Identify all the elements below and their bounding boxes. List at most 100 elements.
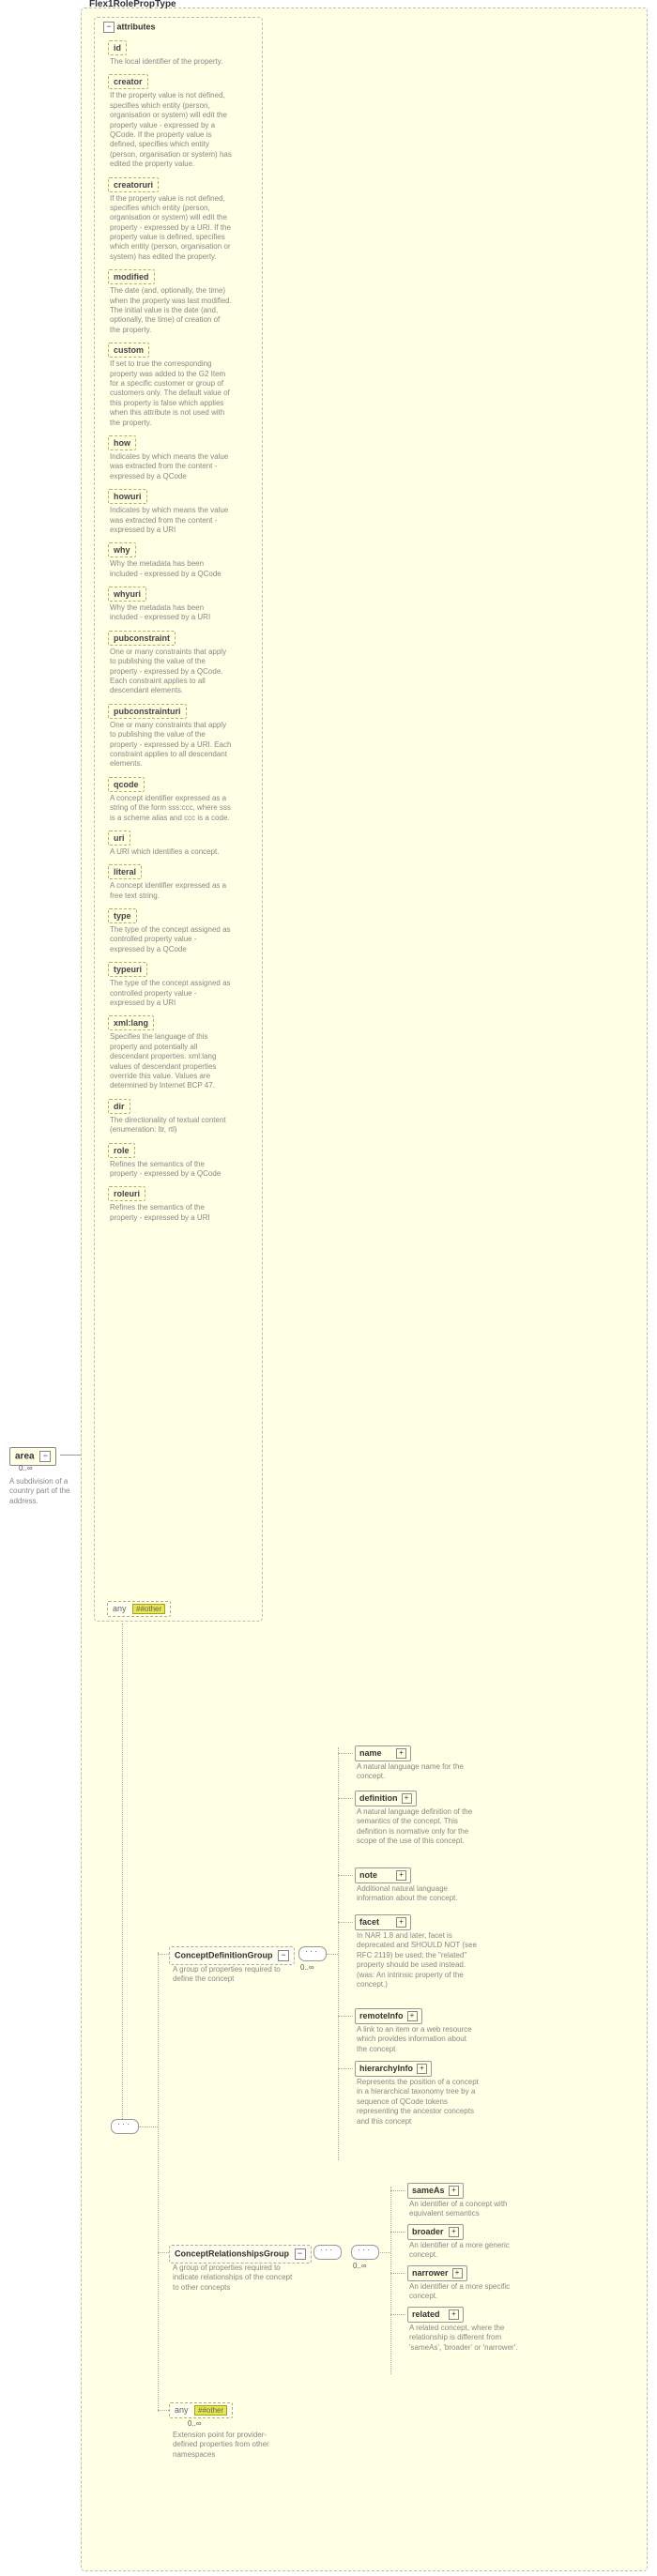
attribute-desc: Why the metadata has been included - exp… [110,559,232,579]
element-hierarchyInfo[interactable]: hierarchyInfo+ [355,2061,432,2077]
attribute-pubconstrainturi[interactable]: pubconstrainturi [108,704,187,719]
attribute-literal[interactable]: literal [108,864,142,879]
element-remoteInfo[interactable]: remoteInfo+ [355,2008,422,2024]
attribute-creator[interactable]: creator [108,74,148,89]
element-desc: An identifier of a more generic concept. [409,2241,531,2261]
minus-icon[interactable]: − [278,1950,289,1961]
minus-icon[interactable]: − [295,2248,306,2260]
element-narrower[interactable]: narrower+ [407,2265,467,2281]
minus-icon[interactable]: − [39,1451,51,1462]
connector [390,2232,405,2233]
plus-icon[interactable]: + [396,1748,406,1759]
attribute-qcode[interactable]: qcode [108,777,145,792]
attribute-item: qcodeA concept identifier expressed as a… [108,777,241,823]
attribute-item: howuri Indicates by which means the value… [108,489,241,535]
attribute-item: uriA URI which identifies a concept. [108,831,241,857]
any-el-card: 0..∞ [188,2419,202,2428]
attribute-item: pubconstraint One or many constraints tha… [108,631,241,696]
attribute-desc: If set to true the corresponding propert… [110,359,232,428]
any-el-desc: Extension point for provider-defined pro… [173,2431,285,2460]
minus-icon[interactable]: − [103,22,115,33]
attribute-desc: The type of the concept assigned as cont… [110,925,232,954]
connector [390,2314,405,2315]
attribute-desc: If the property value is not defined, sp… [110,194,232,263]
plus-icon[interactable]: + [452,2268,463,2279]
connector [338,1753,353,1754]
element-sameAs[interactable]: sameAs+ [407,2183,464,2199]
attribute-desc: Indicates by which means the value was e… [110,506,232,535]
attribute-typeuri[interactable]: typeuri [108,962,147,977]
element-desc: A natural language definition of the sem… [357,1807,479,1847]
attribute-item: literal A concept identifier expressed as… [108,864,241,901]
attribute-whyuri[interactable]: whyuri [108,587,146,602]
attribute-desc: One or many constraints that apply to pu… [110,648,232,696]
connector [338,1798,353,1799]
attribute-creatoruri[interactable]: creatoruri [108,177,159,192]
plus-icon[interactable]: + [449,2309,459,2320]
attribute-desc: A concept identifier expressed as a free… [110,881,232,901]
element-broader[interactable]: broader+ [407,2224,464,2240]
cdef-desc: A group of properties required to define… [173,1965,285,1985]
sequence-node [298,1946,327,1961]
attribute-item: whyuriWhy the metadata has been included… [108,587,241,623]
attribute-pubconstraint[interactable]: pubconstraint [108,631,176,646]
attribute-item: creatoruri If the property value is not d… [108,177,241,263]
attribute-item: howIndicates by which means the value wa… [108,435,241,481]
plus-icon[interactable]: + [402,1793,412,1804]
attribute-uri[interactable]: uri [108,831,130,846]
attribute-custom[interactable]: custom [108,343,149,358]
connector [390,2273,405,2274]
concept-relationships-group[interactable]: ConceptRelationshipsGroup − [169,2245,312,2264]
attribute-desc: Specifies the language of this property … [110,1032,232,1090]
attribute-modified[interactable]: modified [108,269,155,284]
plus-icon[interactable]: + [396,1870,406,1881]
connector [158,1954,169,1955]
element-note[interactable]: note+ [355,1867,411,1883]
attribute-desc: Refines the semantics of the property - … [110,1160,232,1180]
attribute-dir[interactable]: dir [108,1099,130,1114]
element-desc: A natural language name for the concept. [357,1762,479,1782]
element-related[interactable]: related+ [407,2307,464,2323]
plus-icon[interactable]: + [449,2186,459,2196]
attribute-item: pubconstrainturiOne or many constraints … [108,704,241,770]
element-name[interactable]: name+ [355,1745,411,1761]
root-cardinality: 0..∞ [19,1464,33,1472]
attribute-item: creator If the property value is not defi… [108,74,241,169]
element-facet[interactable]: facet+ [355,1914,411,1930]
attribute-desc: If the property value is not defined, sp… [110,91,232,169]
attribute-desc: A URI which identifies a concept. [110,847,232,857]
plus-icon[interactable]: + [396,1917,406,1928]
attribute-desc: The date (and, optionally, the time) whe… [110,286,232,335]
attribute-roleuri[interactable]: roleuri [108,1186,145,1201]
attribute-item: role Refines the semantics of the propert… [108,1143,241,1180]
attribute-desc: Refines the semantics of the property - … [110,1203,232,1223]
spine [122,1623,123,2121]
crel-branch [390,2187,391,2374]
crel-desc: A group of properties required to indica… [173,2264,295,2293]
concept-definition-group[interactable]: ConceptDefinitionGroup − [169,1946,295,1965]
attribute-id[interactable]: id [108,40,127,55]
attribute-howuri[interactable]: howuri [108,489,147,504]
attribute-item: dirThe directionality of textual content… [108,1099,241,1136]
root-element[interactable]: area − [9,1447,56,1466]
root-desc: A subdivision of a country part of the a… [9,1477,75,1506]
any-attribute[interactable]: any ##other [107,1601,171,1617]
any-element[interactable]: any ##other [169,2402,233,2418]
attribute-role[interactable]: role [108,1143,135,1158]
plus-icon[interactable]: + [449,2227,459,2237]
attribute-item: modified The date (and, optionally, the t… [108,269,241,335]
attribute-type[interactable]: type [108,908,137,923]
plus-icon[interactable]: + [417,2064,427,2074]
element-definition[interactable]: definition+ [355,1791,417,1806]
plus-icon[interactable]: + [407,2011,418,2021]
attribute-why[interactable]: why [108,542,136,557]
attribute-item: why Why the metadata has been included - … [108,542,241,579]
root-element-label: area [15,1452,35,1462]
type-title: Flex1RolePropType [87,0,178,9]
element-desc: An identifier of a concept with equivale… [409,2200,531,2219]
attribute-xml:lang[interactable]: xml:lang [108,1015,154,1030]
attributes-title: − attributes [100,22,156,33]
attribute-how[interactable]: how [108,435,136,450]
attribute-desc: The local identifier of the property. [110,57,232,67]
element-desc: In NAR 1.8 and later, facet is deprecate… [357,1931,479,1989]
